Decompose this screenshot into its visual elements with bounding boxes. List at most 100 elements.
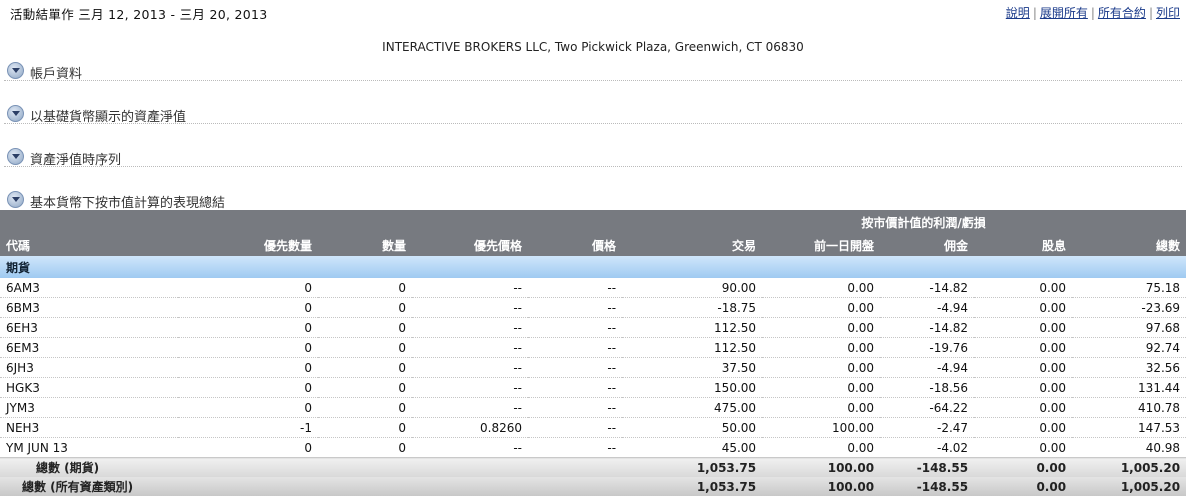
- top-links: 說明 | 展開所有 | 所有合約 | 列印: [1006, 4, 1180, 21]
- cell-dividends: 0.00: [974, 297, 1073, 318]
- cell-total: 410.78: [1072, 397, 1186, 418]
- table-row: YM JUN 13 0 0 -- -- 45.00 0.00 -4.02 0.0…: [0, 437, 1186, 458]
- category-label: 期貨: [0, 256, 1186, 278]
- cell-dividends: 0.00: [974, 278, 1073, 298]
- cell-quantity: 0: [318, 357, 412, 378]
- cell-price: --: [528, 437, 623, 458]
- cell-dividends: 0.00: [974, 377, 1073, 398]
- expand-toggle-icon[interactable]: [7, 105, 24, 122]
- cell-prior-quantity: -1: [178, 417, 318, 438]
- cell-prior-day-open: 0.00: [762, 437, 881, 458]
- cell-commissions: -14.82: [880, 278, 975, 298]
- cell-symbol: 6EH3: [0, 317, 178, 338]
- section-label: 以基礎貨幣顯示的資產淨值: [30, 110, 187, 125]
- cell-price: --: [528, 377, 623, 398]
- cell-prior-day-open: 0.00: [762, 357, 881, 378]
- col-transactions: 交易: [622, 234, 763, 256]
- cell-commissions: -4.94: [880, 357, 975, 378]
- cell-total: 75.18: [1072, 278, 1186, 298]
- cell-commissions: -19.76: [880, 337, 975, 358]
- cell-prior-quantity: 0: [178, 437, 318, 458]
- total-label: 總數 (期貨): [0, 457, 623, 477]
- cell-commissions: -4.02: [880, 437, 975, 458]
- cell-prior-quantity: 0: [178, 337, 318, 358]
- link-separator: |: [1148, 6, 1153, 20]
- cell-symbol: 6AM3: [0, 278, 178, 298]
- cell-prior-quantity: 0: [178, 377, 318, 398]
- total-row-futures: 總數 (期貨) 1,053.75 100.00 -148.55 0.00 1,0…: [0, 457, 1186, 477]
- col-dividends: 股息: [974, 234, 1073, 256]
- cell-price: --: [528, 397, 623, 418]
- cell-prior-quantity: 0: [178, 297, 318, 318]
- cell-prior-day-open: 0.00: [762, 337, 881, 358]
- cell-prior-day-open: 0.00: [762, 377, 881, 398]
- expand-toggle-icon[interactable]: [7, 62, 24, 79]
- cell-price: --: [528, 417, 623, 438]
- cell-dividends: 0.00: [974, 357, 1073, 378]
- total-dividends: 0.00: [974, 477, 1073, 496]
- section-label: 基本貨幣下按市值計算的表現總結: [30, 196, 226, 211]
- table-row: 6EH3 0 0 -- -- 112.50 0.00 -14.82 0.00 9…: [0, 317, 1186, 338]
- section-performance-summary[interactable]: 基本貨幣下按市值計算的表現總結: [4, 189, 1182, 211]
- section-nav-time-series[interactable]: 資產淨值時序列: [4, 146, 1182, 168]
- cell-total: -23.69: [1072, 297, 1186, 318]
- cell-dividends: 0.00: [974, 437, 1073, 458]
- cell-total: 92.74: [1072, 337, 1186, 358]
- total-row-all-assets: 總數 (所有資產類別) 1,053.75 100.00 -148.55 0.00…: [0, 477, 1186, 496]
- top-bar: 活動結單作 三月 12, 2013 - 三月 20, 2013 說明 | 展開所有 |…: [0, 0, 1186, 22]
- cell-prior-price: --: [412, 317, 528, 338]
- category-row-futures: 期貨: [0, 256, 1186, 278]
- cell-prior-price: --: [412, 437, 528, 458]
- cell-commissions: -4.94: [880, 297, 975, 318]
- total-commissions: -148.55: [880, 457, 975, 477]
- cell-dividends: 0.00: [974, 337, 1073, 358]
- cell-transactions: 37.50: [622, 357, 763, 378]
- total-transactions: 1,053.75: [622, 457, 763, 477]
- performance-table: 按市價計值的利潤/虧損 代碼 優先數量 數量 優先價格 價格 交易 前一日開盤 …: [0, 210, 1186, 496]
- performance-table-wrap: 按市價計值的利潤/虧損 代碼 優先數量 數量 優先價格 價格 交易 前一日開盤 …: [0, 210, 1186, 496]
- total-total: 1,005.20: [1072, 457, 1186, 477]
- cell-commissions: -14.82: [880, 317, 975, 338]
- cell-symbol: HGK3: [0, 377, 178, 398]
- cell-price: --: [528, 317, 623, 338]
- broker-address: INTERACTIVE BROKERS LLC, Two Pickwick Pl…: [382, 40, 804, 54]
- cell-prior-price: --: [412, 337, 528, 358]
- cell-prior-quantity: 0: [178, 357, 318, 378]
- cell-total: 131.44: [1072, 377, 1186, 398]
- col-symbol: 代碼: [0, 234, 178, 256]
- cell-commissions: -18.56: [880, 377, 975, 398]
- cell-prior-price: --: [412, 377, 528, 398]
- cell-prior-day-open: 0.00: [762, 397, 881, 418]
- expand-toggle-icon[interactable]: [7, 148, 24, 165]
- cell-total: 147.53: [1072, 417, 1186, 438]
- cell-prior-price: 0.8260: [412, 417, 528, 438]
- cell-quantity: 0: [318, 377, 412, 398]
- help-link[interactable]: 說明: [1006, 6, 1030, 20]
- cell-prior-price: --: [412, 357, 528, 378]
- col-total: 總數: [1072, 234, 1186, 256]
- cell-prior-day-open: 0.00: [762, 297, 881, 318]
- statement-title: 活動結單作 三月 12, 2013 - 三月 20, 2013: [10, 7, 268, 22]
- col-price: 價格: [528, 234, 623, 256]
- table-row: 6BM3 0 0 -- -- -18.75 0.00 -4.94 0.00 -2…: [0, 297, 1186, 318]
- section-nav-base-currency[interactable]: 以基礎貨幣顯示的資產淨值: [4, 103, 1182, 125]
- expand-all-link[interactable]: 展開所有: [1040, 6, 1088, 20]
- cell-prior-quantity: 0: [178, 397, 318, 418]
- cell-price: --: [528, 357, 623, 378]
- cell-dividends: 0.00: [974, 417, 1073, 438]
- cell-symbol: NEH3: [0, 417, 178, 438]
- cell-quantity: 0: [318, 417, 412, 438]
- cell-transactions: 475.00: [622, 397, 763, 418]
- cell-dividends: 0.00: [974, 317, 1073, 338]
- cell-transactions: 50.00: [622, 417, 763, 438]
- all-contracts-link[interactable]: 所有合約: [1098, 6, 1146, 20]
- cell-prior-day-open: 0.00: [762, 317, 881, 338]
- total-commissions: -148.55: [880, 477, 975, 496]
- expand-toggle-icon[interactable]: [7, 191, 24, 208]
- print-link[interactable]: 列印: [1156, 6, 1180, 20]
- section-account-info[interactable]: 帳戶資料: [4, 60, 1182, 82]
- total-dividends: 0.00: [974, 457, 1073, 477]
- cell-quantity: 0: [318, 337, 412, 358]
- cell-quantity: 0: [318, 437, 412, 458]
- cell-quantity: 0: [318, 297, 412, 318]
